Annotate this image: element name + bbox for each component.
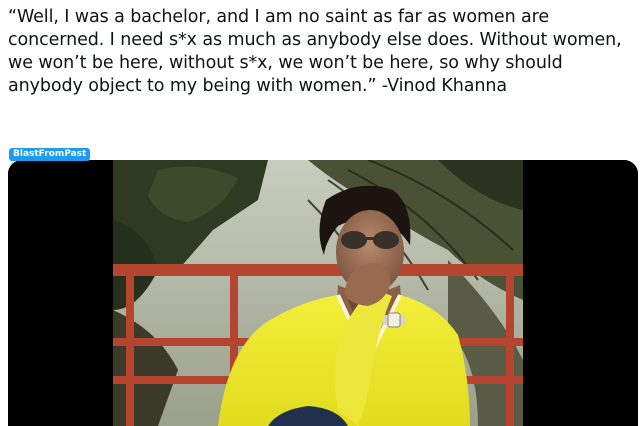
video-player[interactable]: [8, 160, 638, 426]
tweet-card: “Well, I was a bachelor, and I am no sai…: [0, 0, 640, 426]
tweet-text: “Well, I was a bachelor, and I am no sai…: [8, 7, 622, 96]
hashtag-badge[interactable]: BlastFromPast: [9, 148, 91, 161]
video-frame-image: [8, 160, 638, 426]
